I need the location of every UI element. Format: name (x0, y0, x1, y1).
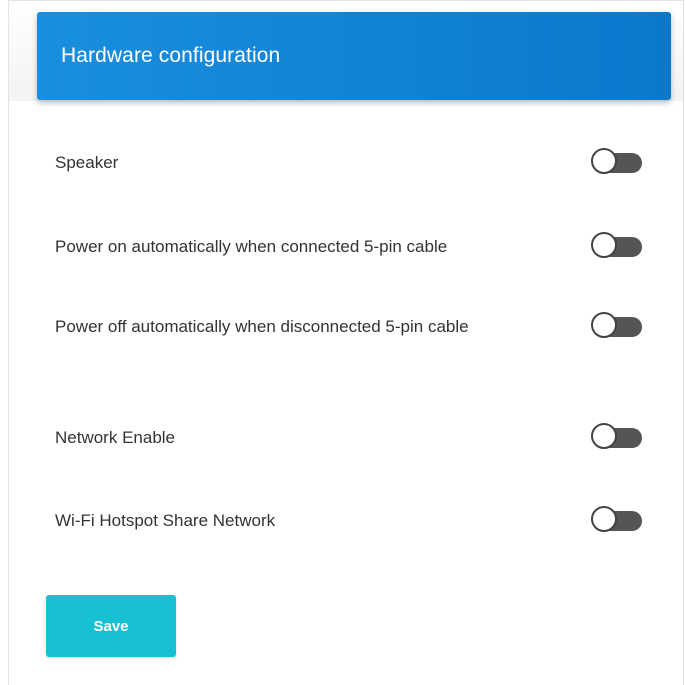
card-header: Hardware configuration (37, 12, 671, 100)
setting-label-speaker: Speaker (55, 153, 119, 172)
setting-row-power-on: Power on automatically when connected 5-… (55, 230, 645, 264)
speaker-toggle[interactable] (591, 146, 645, 180)
toggle-knob (591, 506, 617, 532)
setting-label-network: Network Enable (55, 428, 176, 447)
setting-label-power-off: Power off automatically when disconnecte… (55, 317, 469, 336)
toggle-knob (591, 312, 617, 338)
setting-label-hotspot: Wi-Fi Hotspot Share Network (55, 511, 276, 530)
setting-label-power-on: Power on automatically when connected 5-… (55, 237, 448, 256)
network-enable-toggle[interactable] (591, 421, 645, 455)
setting-row-hotspot: Wi-Fi Hotspot Share Network (55, 504, 645, 538)
save-button[interactable]: Save (46, 595, 176, 657)
hotspot-share-toggle[interactable] (591, 504, 645, 538)
setting-row-speaker: Speaker (55, 146, 645, 180)
setting-row-network: Network Enable (55, 421, 645, 455)
setting-row-power-off: Power off automatically when disconnecte… (55, 310, 645, 344)
power-on-toggle[interactable] (591, 230, 645, 264)
hardware-config-page: Hardware configuration Speaker Power on … (0, 0, 685, 685)
power-off-toggle[interactable] (591, 310, 645, 344)
toggle-knob (591, 423, 617, 449)
toggle-knob (591, 148, 617, 174)
page-title: Hardware configuration (61, 44, 281, 67)
toggle-knob (591, 232, 617, 258)
